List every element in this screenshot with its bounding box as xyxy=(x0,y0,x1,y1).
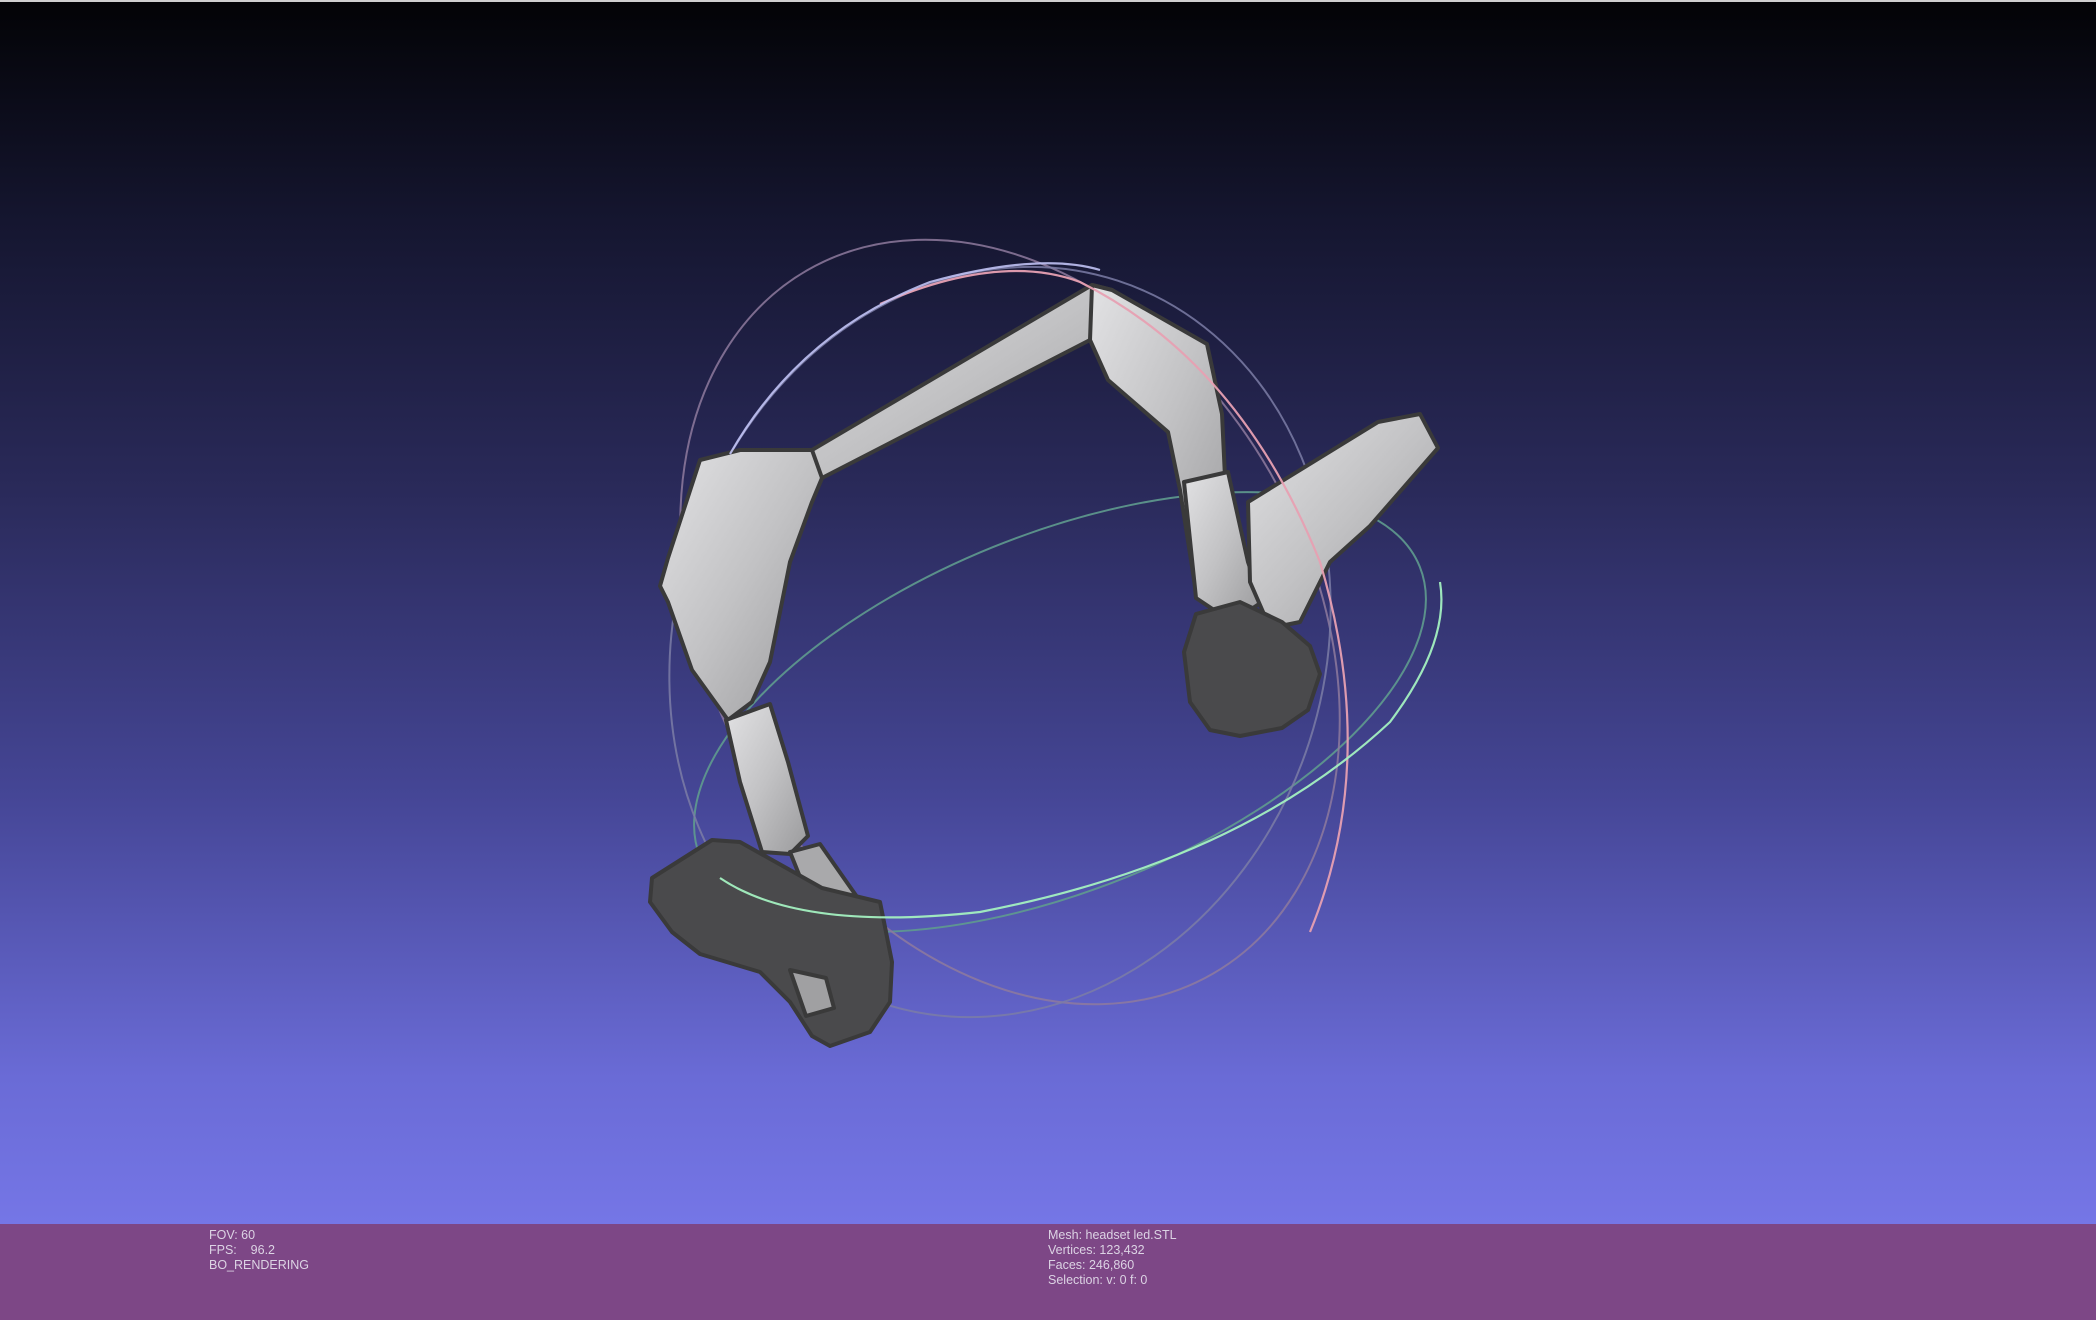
selection-readout: Selection: v: 0 f: 0 xyxy=(1048,1273,1148,1287)
3d-viewport[interactable] xyxy=(0,0,2096,1224)
microphone-boom xyxy=(1246,412,1440,630)
fps-readout: FPS: 96.2 xyxy=(209,1243,276,1257)
render-info-panel: FOV: 60 FPS: 96.2 BO_RENDERING xyxy=(209,1228,309,1273)
face-count-readout: Faces: 246,860 xyxy=(1048,1258,1135,1272)
fov-readout: FOV: 60 xyxy=(209,1228,256,1242)
scene-canvas[interactable] xyxy=(0,2,2096,1226)
mesh-name-readout: Mesh: headset led.STL xyxy=(1048,1228,1177,1242)
headband-left-arm xyxy=(724,702,810,856)
left-earpiece xyxy=(648,838,894,1048)
vertex-count-readout: Vertices: 123,432 xyxy=(1048,1243,1145,1257)
headband-left-corner xyxy=(658,448,824,722)
mesh-info-panel: Mesh: headset led.STL Vertices: 123,432 … xyxy=(1048,1228,1177,1288)
render-mode-readout: BO_RENDERING xyxy=(209,1258,310,1272)
